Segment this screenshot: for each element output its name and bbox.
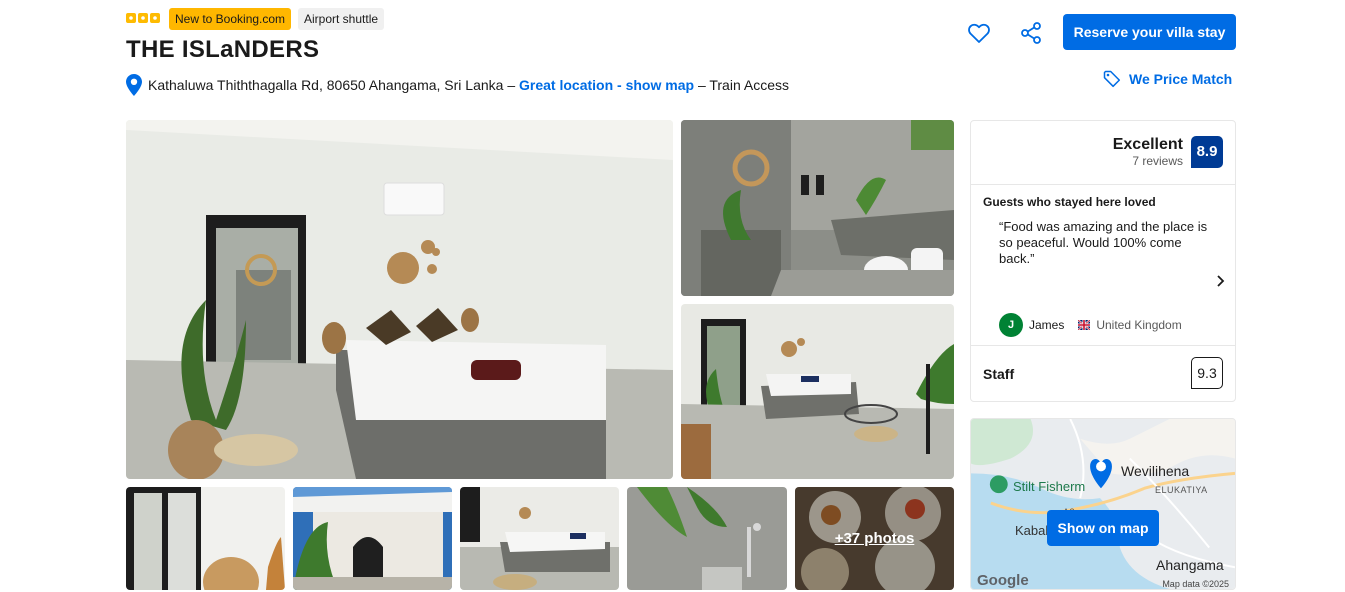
train-access-text: – Train Access bbox=[697, 77, 789, 93]
divider bbox=[971, 184, 1235, 185]
review-score-row[interactable]: Excellent 7 reviews 8.9 bbox=[1113, 136, 1223, 168]
thumbnail-door[interactable] bbox=[126, 487, 285, 590]
price-match-link[interactable]: We Price Match bbox=[1103, 70, 1232, 88]
thumbnail-food[interactable]: +37 photos bbox=[795, 487, 954, 590]
score-badge: 8.9 bbox=[1191, 136, 1223, 168]
show-on-map-button[interactable]: Show on map bbox=[1047, 510, 1159, 546]
star-rating bbox=[126, 13, 160, 23]
heart-icon[interactable] bbox=[966, 20, 992, 46]
review-quote: “Food was amazing and the place is so pe… bbox=[999, 219, 1208, 266]
star-icon bbox=[150, 13, 160, 23]
reserve-button[interactable]: Reserve your villa stay bbox=[1063, 14, 1236, 50]
staff-score: 9.3 bbox=[1191, 357, 1223, 389]
uk-flag-icon bbox=[1078, 320, 1091, 330]
map-data-credit: Map data ©2025 bbox=[1162, 579, 1229, 589]
thumbnail-bed[interactable] bbox=[460, 487, 619, 590]
map-label-ahangama: Ahangama bbox=[1156, 557, 1224, 573]
main-photo-bedroom[interactable] bbox=[126, 120, 673, 479]
map-label-elukatiya: ELUKATIYA bbox=[1155, 485, 1208, 495]
chevron-right-icon[interactable] bbox=[1215, 273, 1227, 289]
thumbnail-shower[interactable] bbox=[627, 487, 787, 590]
airport-shuttle-badge: Airport shuttle bbox=[298, 8, 385, 30]
map-label-stilt: Stilt Fisherm bbox=[1013, 479, 1086, 494]
score-word: Excellent bbox=[1112, 136, 1183, 153]
star-icon bbox=[126, 13, 136, 23]
google-logo: Google bbox=[977, 572, 1029, 589]
staff-label: Staff bbox=[983, 366, 1015, 382]
guests-loved-heading: Guests who stayed here loved bbox=[983, 195, 1156, 209]
more-photos-link[interactable]: +37 photos bbox=[795, 487, 954, 590]
photo-bathroom[interactable] bbox=[681, 120, 954, 296]
review-card: Excellent 7 reviews 8.9 Guests who staye… bbox=[970, 120, 1236, 402]
new-badge: New to Booking.com bbox=[169, 8, 292, 30]
price-match-label: We Price Match bbox=[1129, 71, 1233, 87]
tag-icon bbox=[1103, 70, 1121, 88]
address-text: Kathaluwa Thiththagalla Rd, 80650 Ahanga… bbox=[148, 77, 516, 93]
share-icon[interactable] bbox=[1018, 20, 1044, 46]
divider bbox=[971, 345, 1235, 346]
map-pin-icon bbox=[126, 74, 142, 96]
thumbnail-exterior[interactable] bbox=[293, 487, 452, 590]
show-map-link[interactable]: Great location - show map bbox=[519, 77, 694, 93]
photo-bedroom-wide[interactable] bbox=[681, 304, 954, 479]
address-line: Kathaluwa Thiththagalla Rd, 80650 Ahanga… bbox=[126, 74, 789, 96]
avatar: J bbox=[999, 313, 1023, 337]
reviewer-country: United Kingdom bbox=[1096, 318, 1182, 332]
map-label-wevilihena: Wevilihena bbox=[1121, 463, 1190, 479]
property-title: THE ISLaNDERS bbox=[126, 36, 320, 63]
star-icon bbox=[138, 13, 148, 23]
reviewer: J James United Kingdom bbox=[999, 313, 1182, 337]
reviewer-name: James bbox=[1029, 318, 1065, 332]
review-count: 7 reviews bbox=[1132, 154, 1183, 168]
map-card[interactable]: Wevilihena ELUKATIYA Stilt Fisherm Kabal… bbox=[970, 418, 1236, 590]
